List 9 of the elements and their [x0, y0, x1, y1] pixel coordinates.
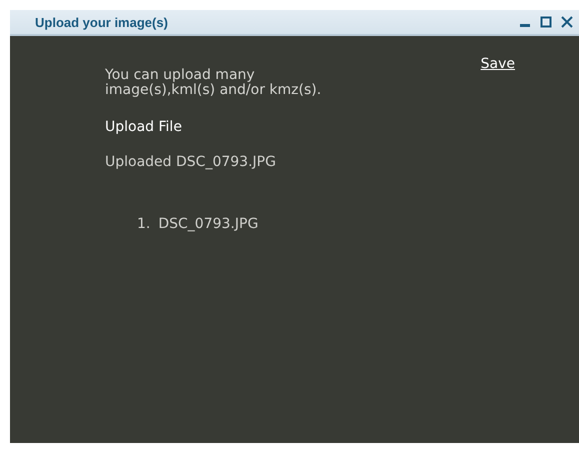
- upload-file-link[interactable]: Upload File: [105, 119, 182, 135]
- upload-status-text: Uploaded DSC_0793.JPG: [105, 154, 276, 170]
- close-icon[interactable]: [561, 16, 573, 28]
- maximize-icon[interactable]: [540, 16, 552, 28]
- save-link[interactable]: Save: [480, 56, 515, 72]
- file-name: DSC_0793.JPG: [158, 216, 258, 232]
- window-title: Upload your image(s): [35, 14, 169, 30]
- description-text: You can upload many image(s),kml(s) and/or kmz(s).: [105, 68, 322, 98]
- list-number: 1.: [137, 216, 150, 232]
